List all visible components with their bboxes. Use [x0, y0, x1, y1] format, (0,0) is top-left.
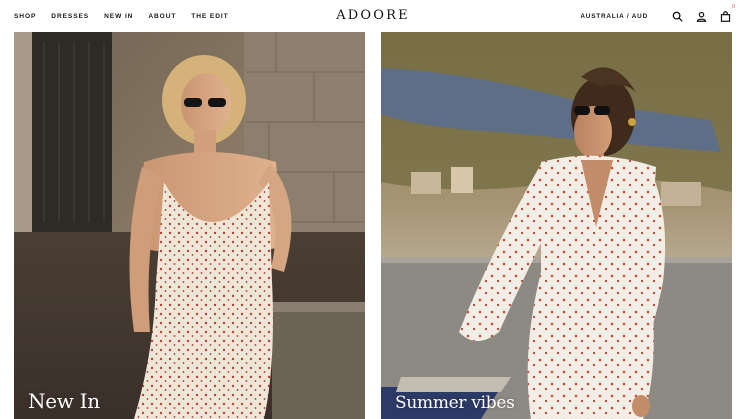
search-icon[interactable] — [670, 9, 684, 23]
bag-icon[interactable]: 0 — [718, 4, 735, 23]
tile-summer-vibes[interactable]: Summer vibes — [381, 32, 732, 419]
tile-label-summer-vibes[interactable]: Summer vibes — [395, 393, 515, 413]
tile-new-in[interactable]: New In — [14, 32, 365, 419]
cart-count-badge: 0 — [732, 4, 735, 10]
tile-label-new-in[interactable]: New In — [28, 389, 100, 413]
region-selector[interactable]: AUSTRALIA / AUD — [580, 13, 648, 20]
summer-vibes-photo — [381, 32, 732, 419]
user-icon[interactable] — [694, 9, 708, 23]
new-in-photo — [14, 32, 365, 419]
site-header: SHOP DRESSES NEW IN ABOUT THE EDIT ADOOR… — [0, 0, 746, 32]
header-tools: AUSTRALIA / AUD 0 — [580, 0, 735, 32]
